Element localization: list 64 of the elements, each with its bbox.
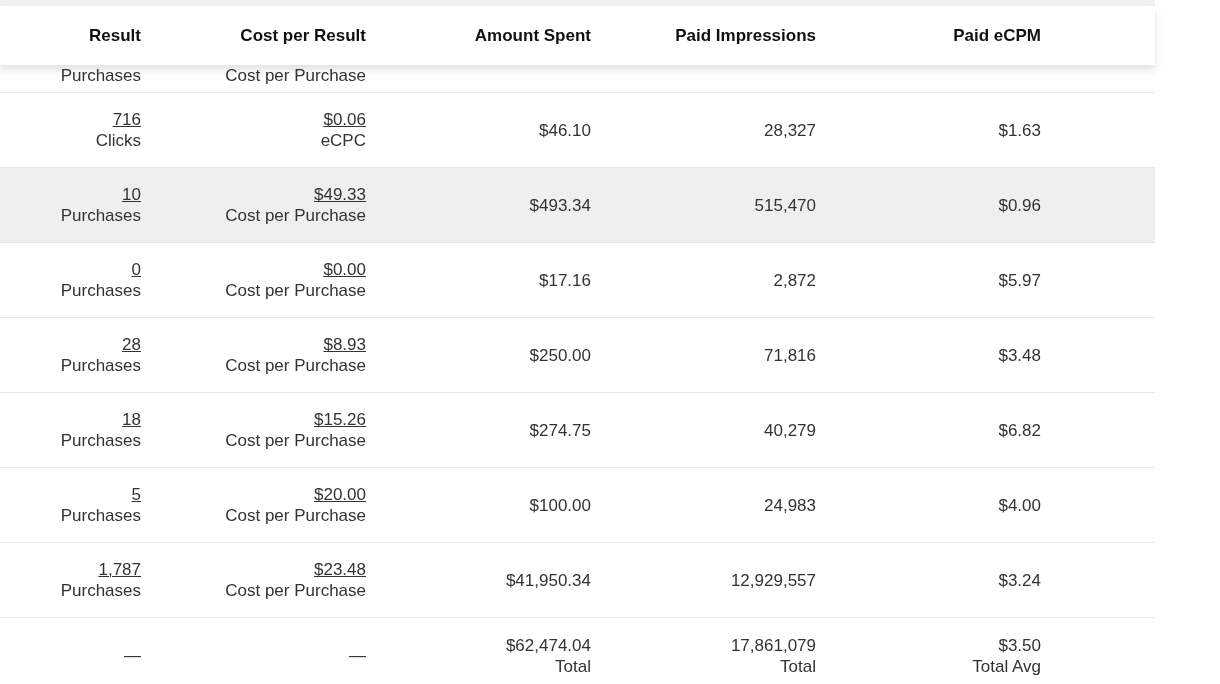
cost-link[interactable]: $20.00 [314, 484, 366, 505]
table-cell: $4.00 [998, 494, 1041, 516]
result-link[interactable]: 1,787 [98, 559, 141, 580]
cost-label: Cost per Purchase [225, 355, 366, 376]
table-cell: $250.00 [529, 344, 591, 366]
table-cell: $17.16 [539, 269, 591, 291]
empty-value: — [349, 645, 366, 666]
result-link[interactable]: 716 [112, 109, 141, 130]
table-cell: $6.82 [998, 419, 1041, 441]
table-cell: $274.75 [529, 419, 591, 441]
cost-label: Cost per Purchase [225, 505, 366, 526]
cost-label: Cost per Purchase [225, 580, 366, 601]
table-cell: $5.97 [998, 269, 1041, 291]
cost-link[interactable]: $49.33 [314, 184, 366, 205]
cost-label: eCPC [320, 130, 366, 151]
empty-value: — [124, 645, 141, 666]
result-link[interactable]: 5 [131, 484, 141, 505]
result-link[interactable]: 10 [122, 184, 141, 205]
result-link[interactable]: 18 [122, 409, 141, 430]
table-cell: $100.00 [529, 494, 591, 516]
column-header[interactable]: Cost per Result [240, 22, 366, 49]
total-value: $62,474.04 [505, 634, 591, 656]
cost-label: Cost per Purchase [225, 280, 366, 301]
result-label: Purchases [60, 580, 141, 601]
table-cell: $3.48 [998, 344, 1041, 366]
table-cell: 2,872 [773, 269, 816, 291]
table-cell: 71,816 [764, 344, 816, 366]
total-value: 17,861,079 [730, 634, 816, 656]
result-label: Purchases [60, 505, 141, 526]
table-cell: 40,279 [764, 419, 816, 441]
cost-link[interactable]: $0.00 [323, 259, 366, 280]
total-label: Total Avg [972, 655, 1041, 677]
result-link[interactable]: 0 [131, 259, 141, 280]
cost-label: Cost per Purchase [225, 205, 366, 226]
result-label: Clicks [95, 130, 141, 151]
column-header[interactable]: Result [89, 22, 141, 49]
cost-link[interactable]: $8.93 [323, 334, 366, 355]
total-value: $3.50 [998, 634, 1041, 656]
cost-link[interactable]: $0.06 [323, 109, 366, 130]
table-cell: 24,983 [764, 494, 816, 516]
table-cell: $0.96 [998, 194, 1041, 216]
table-cell: $493.34 [529, 194, 591, 216]
column-header[interactable]: Paid eCPM [953, 22, 1041, 49]
table-cell: $3.24 [998, 569, 1041, 591]
table-cell: $41,950.34 [505, 569, 591, 591]
table-cell: $1.63 [998, 119, 1041, 141]
result-label: Purchases [60, 65, 141, 86]
cost-label: Cost per Purchase [225, 430, 366, 451]
total-label: Total [780, 655, 816, 677]
column-header[interactable]: Paid Impressions [675, 22, 816, 49]
table-cell: 12,929,557 [730, 569, 816, 591]
result-label: Purchases [60, 355, 141, 376]
column-header[interactable]: Amount Spent [474, 22, 591, 49]
total-label: Total [555, 655, 591, 677]
cost-label: Cost per Purchase [225, 65, 366, 86]
result-label: Purchases [60, 280, 141, 301]
table-cell: 515,470 [754, 194, 816, 216]
cost-link[interactable]: $23.48 [314, 559, 366, 580]
table-cell: $46.10 [539, 119, 591, 141]
result-link[interactable]: 28 [122, 334, 141, 355]
cost-link[interactable]: $15.26 [314, 409, 366, 430]
result-label: Purchases [60, 430, 141, 451]
table-cell: 28,327 [764, 119, 816, 141]
result-label: Purchases [60, 205, 141, 226]
